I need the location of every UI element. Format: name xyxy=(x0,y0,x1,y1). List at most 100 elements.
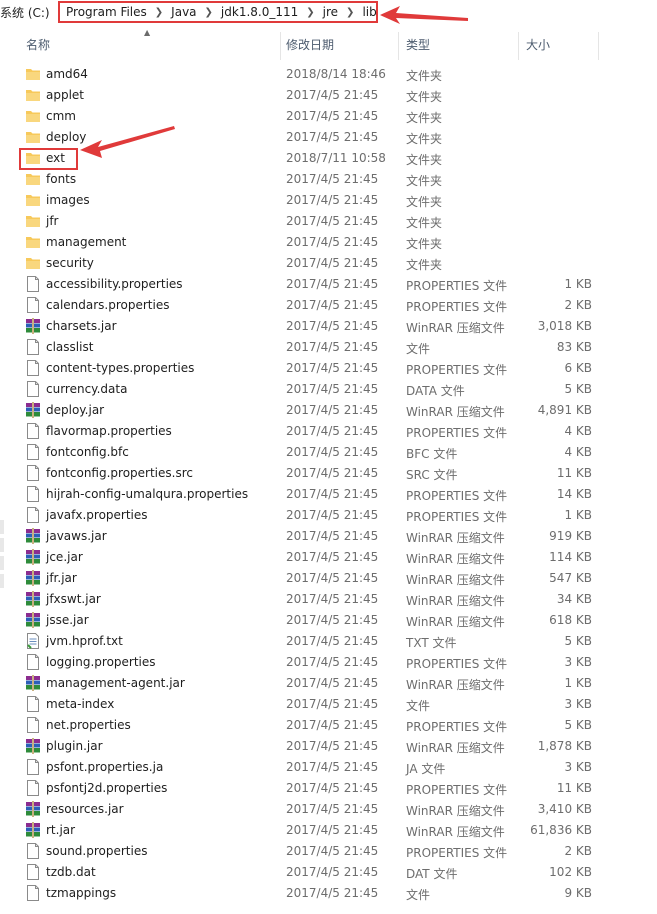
file-row[interactable]: deploy 2017/4/5 21:45 文件夹 xyxy=(20,127,600,148)
file-row[interactable]: javafx.properties 2017/4/5 21:45 PROPERTIE… xyxy=(20,505,600,526)
file-name: rt.jar xyxy=(46,823,76,837)
file-row[interactable]: jfr 2017/4/5 21:45 文件夹 xyxy=(20,211,600,232)
file-type: WinRAR 压缩文件 xyxy=(406,321,505,335)
file-row[interactable]: fontconfig.properties.src 2017/4/5 21:45 S… xyxy=(20,463,600,484)
file-size: 547 KB xyxy=(549,571,592,585)
file-row[interactable]: resources.jar 2017/4/5 21:45 WinRAR 压缩文件 3,… xyxy=(20,799,600,820)
file-type: DATA 文件 xyxy=(406,384,465,398)
file-row[interactable]: cmm 2017/4/5 21:45 文件夹 xyxy=(20,106,600,127)
drive-label[interactable]: 系统 (C:) xyxy=(0,4,50,21)
file-row[interactable]: deploy.jar 2017/4/5 21:45 WinRAR 压缩文件 4,891… xyxy=(20,400,600,421)
file-date: 2017/4/5 21:45 xyxy=(286,361,379,375)
file-icon xyxy=(26,423,40,439)
column-name[interactable]: 名称 xyxy=(26,36,50,53)
file-row[interactable]: fonts 2017/4/5 21:45 文件夹 xyxy=(20,169,600,190)
file-row[interactable]: meta-index 2017/4/5 21:45 文件 3 KB xyxy=(20,694,600,715)
file-name: psfontj2d.properties xyxy=(46,781,168,795)
column-divider[interactable] xyxy=(518,32,519,60)
file-date: 2017/4/5 21:45 xyxy=(286,298,379,312)
file-date: 2017/4/5 21:45 xyxy=(286,676,379,690)
archive-icon xyxy=(26,402,40,418)
file-row[interactable]: flavormap.properties 2017/4/5 21:45 PROPER… xyxy=(20,421,600,442)
chevron-right-icon[interactable]: ❯ xyxy=(304,7,316,18)
file-row[interactable]: psfont.properties.ja 2017/4/5 21:45 JA 文件 3… xyxy=(20,757,600,778)
file-row[interactable]: content-types.properties 2017/4/5 21:45 PR… xyxy=(20,358,600,379)
file-type: 文件 xyxy=(406,888,431,902)
file-icon xyxy=(26,864,40,880)
file-name: jce.jar xyxy=(46,550,83,564)
chevron-right-icon[interactable]: ❯ xyxy=(344,7,356,18)
column-type[interactable]: 类型 xyxy=(406,36,430,53)
file-row[interactable]: amd64 2018/8/14 18:46 文件夹 xyxy=(20,64,600,85)
file-row[interactable]: accessibility.properties 2017/4/5 21:45 PR… xyxy=(20,274,600,295)
file-size: 14 KB xyxy=(556,487,592,501)
column-divider[interactable] xyxy=(398,32,399,60)
file-size: 102 KB xyxy=(549,865,592,879)
file-row[interactable]: tzmappings 2017/4/5 21:45 文件 9 KB xyxy=(20,883,600,904)
file-type: WinRAR 压缩文件 xyxy=(406,531,505,545)
chevron-right-icon[interactable]: ❯ xyxy=(153,7,165,18)
file-name: resources.jar xyxy=(46,802,124,816)
file-row[interactable]: jsse.jar 2017/4/5 21:45 WinRAR 压缩文件 618 KB xyxy=(20,610,600,631)
file-name: cmm xyxy=(46,109,76,123)
file-row[interactable]: ext 2018/7/11 10:58 文件夹 xyxy=(20,148,600,169)
archive-icon xyxy=(26,738,40,754)
file-row[interactable]: calendars.properties 2017/4/5 21:45 PROPER… xyxy=(20,295,600,316)
file-name: plugin.jar xyxy=(46,739,103,753)
file-row[interactable]: plugin.jar 2017/4/5 21:45 WinRAR 压缩文件 1,878… xyxy=(20,736,600,757)
file-type: SRC 文件 xyxy=(406,468,458,482)
file-name: hijrah-config-umalqura.properties xyxy=(46,487,249,501)
column-size[interactable]: 大小 xyxy=(526,36,550,53)
file-date: 2017/4/5 21:45 xyxy=(286,655,379,669)
file-row[interactable]: tzdb.dat 2017/4/5 21:45 DAT 文件 102 KB xyxy=(20,862,600,883)
file-icon xyxy=(26,486,40,502)
breadcrumb-item-java[interactable]: Java xyxy=(165,5,202,19)
breadcrumb-item-jre[interactable]: jre xyxy=(317,5,344,19)
file-row[interactable]: currency.data 2017/4/5 21:45 DATA 文件 5 KB xyxy=(20,379,600,400)
breadcrumb-item-jdk[interactable]: jdk1.8.0_111 xyxy=(215,5,304,19)
file-date: 2017/4/5 21:45 xyxy=(286,802,379,816)
file-size: 4 KB xyxy=(564,445,592,459)
file-name: meta-index xyxy=(46,697,115,711)
file-row[interactable]: jfr.jar 2017/4/5 21:45 WinRAR 压缩文件 547 KB xyxy=(20,568,600,589)
file-row[interactable]: logging.properties 2017/4/5 21:45 PROPERTI… xyxy=(20,652,600,673)
column-divider[interactable] xyxy=(280,32,281,60)
archive-icon xyxy=(26,612,40,628)
chevron-right-icon[interactable]: ❯ xyxy=(203,7,215,18)
column-divider[interactable] xyxy=(598,32,599,60)
file-name: classlist xyxy=(46,340,94,354)
file-row[interactable]: jce.jar 2017/4/5 21:45 WinRAR 压缩文件 114 KB xyxy=(20,547,600,568)
file-row[interactable]: charsets.jar 2017/4/5 21:45 WinRAR 压缩文件 3,0… xyxy=(20,316,600,337)
file-row[interactable]: psfontj2d.properties 2017/4/5 21:45 PROPER… xyxy=(20,778,600,799)
file-date: 2017/4/5 21:45 xyxy=(286,172,379,186)
file-row[interactable]: management 2017/4/5 21:45 文件夹 xyxy=(20,232,600,253)
file-type: WinRAR 压缩文件 xyxy=(406,594,505,608)
file-row[interactable]: javaws.jar 2017/4/5 21:45 WinRAR 压缩文件 919 K… xyxy=(20,526,600,547)
file-row[interactable]: applet 2017/4/5 21:45 文件夹 xyxy=(20,85,600,106)
file-row[interactable]: rt.jar 2017/4/5 21:45 WinRAR 压缩文件 61,836 KB xyxy=(20,820,600,841)
breadcrumb-item-lib[interactable]: lib xyxy=(356,5,382,19)
address-bar: 系统 (C:) Program Files ❯ Java ❯ jdk1.8.0_… xyxy=(0,0,657,24)
file-name: applet xyxy=(46,88,85,102)
file-row[interactable]: security 2017/4/5 21:45 文件夹 xyxy=(20,253,600,274)
column-date[interactable]: 修改日期 xyxy=(286,36,334,53)
file-type: WinRAR 压缩文件 xyxy=(406,405,505,419)
file-size: 6 KB xyxy=(564,361,592,375)
file-row[interactable]: sound.properties 2017/4/5 21:45 PROPERTIES… xyxy=(20,841,600,862)
file-row[interactable]: jvm.hprof.txt 2017/4/5 21:45 TXT 文件 5 KB xyxy=(20,631,600,652)
file-row[interactable]: net.properties 2017/4/5 21:45 PROPERTIES 文… xyxy=(20,715,600,736)
file-date: 2017/4/5 21:45 xyxy=(286,823,379,837)
file-row[interactable]: images 2017/4/5 21:45 文件夹 xyxy=(20,190,600,211)
folder-icon xyxy=(26,129,40,145)
file-row[interactable]: classlist 2017/4/5 21:45 文件 83 KB xyxy=(20,337,600,358)
file-row[interactable]: jfxswt.jar 2017/4/5 21:45 WinRAR 压缩文件 34 KB xyxy=(20,589,600,610)
file-row[interactable]: hijrah-config-umalqura.properties 2017/4/… xyxy=(20,484,600,505)
file-name: charsets.jar xyxy=(46,319,117,333)
file-icon xyxy=(26,507,40,523)
breadcrumb-item-program-files[interactable]: Program Files xyxy=(60,5,153,19)
file-size: 3 KB xyxy=(564,760,592,774)
file-name: jfxswt.jar xyxy=(46,592,101,606)
annotation-highlight-box xyxy=(19,148,78,170)
file-row[interactable]: management-agent.jar 2017/4/5 21:45 WinRAR… xyxy=(20,673,600,694)
file-row[interactable]: fontconfig.bfc 2017/4/5 21:45 BFC 文件 4 KB xyxy=(20,442,600,463)
